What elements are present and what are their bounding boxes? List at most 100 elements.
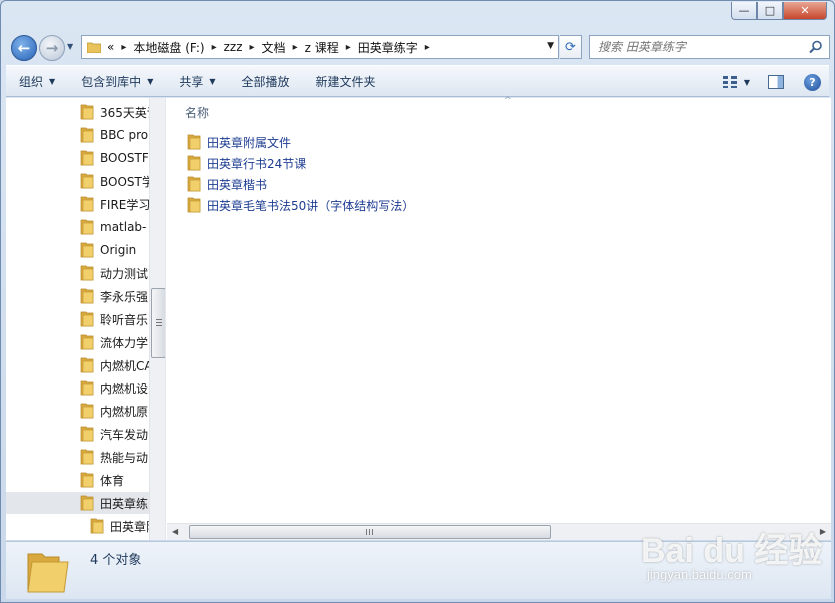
nav-tree-item[interactable]: 内燃机原 [6, 400, 156, 422]
folder-icon [80, 426, 94, 442]
file-list-pane: ^ 名称 ◀ ▶ 田英章附属文件 田英章行书24节课 田英章楷书田英章毛笔书法50讲… [167, 96, 831, 540]
nav-tree-item[interactable]: 流体力学 [6, 331, 156, 353]
nav-tree-item[interactable]: matlab- [6, 216, 156, 238]
nav-tree-item-label: FIRE学习 [100, 197, 151, 212]
breadcrumb-overflow[interactable]: « [107, 40, 114, 54]
minimize-button[interactable]: — [731, 2, 757, 20]
chevron-down-icon: ▼ [49, 76, 56, 86]
chevron-right-icon[interactable]: ▸ [212, 42, 217, 53]
file-name: 田英章行书24节课 [207, 156, 307, 171]
file-list-item[interactable]: 田英章毛笔书法50讲（字体结构写法） [187, 195, 414, 215]
include-in-library-menu[interactable]: 包含到库中 ▼ [68, 69, 166, 93]
nav-tree-item[interactable]: 内燃机设 [6, 377, 156, 399]
forward-button[interactable]: → [39, 35, 65, 61]
nav-tree-item[interactable]: 动力测试 [6, 262, 156, 284]
view-controls: ▼ ? [722, 66, 829, 98]
nav-tree-item[interactable]: BBC pro [6, 124, 156, 146]
nav-tree-item-label: 365天英语 [100, 105, 156, 120]
nav-tree-item[interactable]: Origin [6, 239, 156, 261]
nav-tree-item[interactable]: FIRE学习 [6, 193, 156, 215]
breadcrumb-current[interactable]: 田英章练字 [358, 39, 418, 56]
column-header-name[interactable]: 名称 [185, 104, 209, 121]
folder-icon [187, 197, 201, 213]
chevron-down-icon: ▼ [209, 76, 216, 86]
refresh-icon: ⟳ [565, 39, 576, 55]
nav-tree-item-label: 李永乐强 [100, 289, 149, 304]
folder-icon [80, 150, 94, 166]
nav-tree-item[interactable]: 体育 [6, 469, 156, 491]
large-folder-icon [27, 553, 69, 593]
recent-pages-dropdown[interactable]: ▼ [67, 42, 73, 51]
nav-tree-item[interactable]: 李永乐强 [6, 285, 156, 307]
preview-pane-icon[interactable] [768, 75, 784, 89]
file-name: 田英章附属文件 [207, 135, 292, 150]
nav-tree-child-item[interactable]: 田英章附 [6, 515, 156, 537]
close-button[interactable]: ✕ [783, 2, 827, 20]
address-bar[interactable]: « ▸ 本地磁盘 (F:) ▸ zzz ▸ 文档 ▸ z 课程 ▸ 田英章练字 … [81, 35, 559, 59]
organize-menu[interactable]: 组织 ▼ [6, 69, 68, 93]
sort-ascending-icon: ^ [504, 96, 512, 106]
play-all-button[interactable]: 全部播放 [229, 69, 303, 93]
nav-tree-item[interactable]: BOOST学 [6, 170, 156, 192]
scroll-right-arrow-icon[interactable]: ▶ [820, 527, 826, 536]
folder-icon [80, 265, 94, 281]
help-icon[interactable]: ? [804, 73, 821, 91]
file-name: 田英章毛笔书法50讲（字体结构写法） [207, 198, 415, 213]
breadcrumb-courses[interactable]: z 课程 [305, 39, 339, 56]
folder-icon [80, 472, 94, 488]
nav-tree-item[interactable]: BOOSTF [6, 147, 156, 169]
window-controls: — □ ✕ [731, 2, 827, 20]
share-label: 共享 [179, 74, 204, 89]
navigation-scrollbar[interactable] [149, 98, 165, 540]
folder-icon [80, 357, 94, 373]
share-menu[interactable]: 共享 ▼ [166, 69, 228, 93]
scroll-left-arrow-icon[interactable]: ◀ [172, 527, 178, 536]
folder-icon [80, 311, 94, 327]
file-list-item[interactable]: 田英章楷书 [187, 174, 267, 194]
search-input[interactable] [598, 40, 798, 54]
file-list-item[interactable]: 田英章附属文件 [187, 132, 291, 152]
address-dropdown-icon[interactable]: ▼ [547, 41, 554, 51]
nav-tree-item[interactable]: 田英章练 [6, 492, 156, 514]
maximize-button[interactable]: □ [757, 2, 783, 20]
breadcrumb-zzz[interactable]: zzz [224, 40, 243, 54]
breadcrumb-drive[interactable]: 本地磁盘 (F:) [133, 39, 204, 56]
chevron-right-icon[interactable]: ▸ [250, 42, 255, 53]
horizontal-scrollbar[interactable]: ◀ ▶ [167, 523, 831, 540]
folder-icon [80, 219, 94, 235]
nav-tree-item-label: 动力测试 [100, 266, 149, 281]
file-list-item[interactable]: 田英章行书24节课 [187, 153, 306, 173]
horizontal-scrollbar-thumb[interactable] [189, 525, 551, 539]
folder-icon [187, 134, 201, 150]
chevron-right-icon[interactable]: ▸ [293, 42, 298, 53]
chevron-right-icon[interactable]: ▸ [121, 42, 126, 53]
folder-icon [80, 196, 94, 212]
chevron-right-icon[interactable]: ▸ [425, 42, 430, 53]
folder-icon [80, 380, 94, 396]
folder-icon [80, 104, 94, 120]
new-folder-button[interactable]: 新建文件夹 [303, 69, 389, 93]
nav-tree-item-label: 内燃机CA [100, 358, 153, 373]
file-name: 田英章楷书 [207, 177, 268, 192]
search-icon[interactable] [809, 40, 823, 54]
include-library-label: 包含到库中 [81, 74, 142, 89]
view-dropdown-icon[interactable]: ▼ [744, 78, 750, 87]
nav-tree-item[interactable]: 汽车发动 [6, 423, 156, 445]
view-options-icon[interactable] [722, 75, 738, 89]
nav-tree-item-label: Origin [100, 243, 137, 257]
folder-icon [80, 173, 94, 189]
nav-tree-item[interactable]: 热能与动 [6, 446, 156, 468]
chevron-down-icon: ▼ [147, 76, 154, 86]
refresh-button[interactable]: ⟳ [560, 35, 582, 59]
breadcrumb-documents[interactable]: 文档 [262, 39, 286, 56]
chevron-right-icon[interactable]: ▸ [346, 42, 351, 53]
folder-icon [80, 495, 94, 511]
back-button[interactable]: ← [11, 35, 37, 61]
folder-icon [87, 42, 101, 53]
search-box[interactable] [589, 35, 830, 59]
folder-icon [187, 176, 201, 192]
nav-tree-item[interactable]: 365天英语 [6, 101, 156, 123]
scrollbar-thumb[interactable] [151, 288, 165, 358]
nav-tree-item[interactable]: 内燃机CA [6, 354, 156, 376]
nav-tree-item[interactable]: 聆听音乐 [6, 308, 156, 330]
